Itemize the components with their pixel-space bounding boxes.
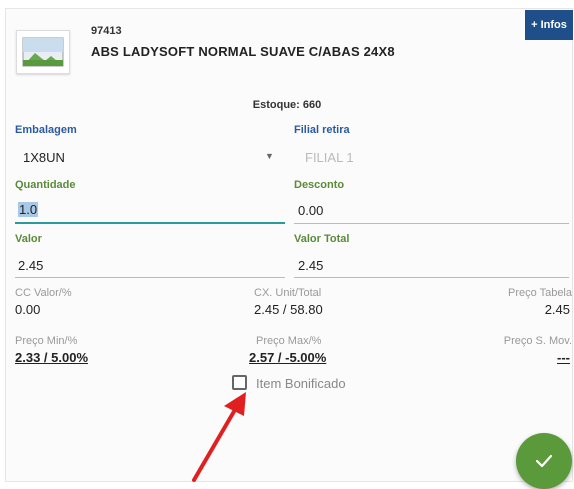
valor-input[interactable]: 2.45 — [15, 249, 285, 279]
cc-valor-label: CC Valor/% — [15, 287, 72, 299]
more-infos-button[interactable]: + Infos — [525, 10, 573, 40]
valor-label: Valor — [15, 233, 42, 245]
triangle-down-icon: ▼ — [265, 151, 274, 161]
embalagem-label: Embalagem — [15, 124, 77, 136]
valor-total-label: Valor Total — [294, 233, 350, 245]
preco-min-value[interactable]: 2.33 / 5.00% — [15, 350, 88, 365]
quantidade-value: 1.0 — [18, 202, 39, 217]
preco-min-label: Preço Min/% — [15, 335, 78, 347]
preco-max-label: Preço Max/% — [256, 335, 322, 347]
valor-total-value: 2.45 — [298, 258, 324, 273]
cc-valor-value: 0.00 — [15, 302, 41, 317]
valor-total-underline — [294, 277, 569, 278]
filial-value: FILIAL 1 — [305, 150, 354, 165]
product-image — [16, 30, 70, 74]
desconto-label: Desconto — [294, 179, 345, 191]
valor-value: 2.45 — [18, 258, 44, 273]
preco-tabela-value: 2.45 — [544, 302, 570, 317]
product-name: ABS LADYSOFT NORMAL SUAVE C/ABAS 24X8 — [91, 44, 395, 59]
desconto-input[interactable]: 0.00 — [294, 195, 569, 225]
quantidade-label: Quantidade — [15, 179, 76, 191]
confirm-button[interactable] — [516, 433, 572, 489]
image-placeholder-icon — [22, 37, 64, 67]
cx-unit-value: 2.45 / 58.80 — [254, 302, 323, 317]
product-item-panel — [5, 8, 573, 482]
preco-tabela-label: Preço Tabela — [507, 287, 572, 299]
desconto-value: 0.00 — [298, 203, 324, 218]
preco-smov-value[interactable]: --- — [557, 350, 570, 365]
desconto-underline — [294, 223, 569, 224]
filial-label: Filial retira — [294, 124, 350, 136]
item-bonificado-label[interactable]: Item Bonificado — [256, 376, 346, 391]
preco-max-value[interactable]: 2.57 / -5.00% — [249, 350, 326, 365]
checkmark-icon — [535, 454, 553, 468]
item-bonificado-checkbox[interactable] — [232, 375, 247, 390]
embalagem-select[interactable]: 1X8UN ▼ — [15, 140, 285, 168]
embalagem-value: 1X8UN — [23, 150, 65, 165]
cx-unit-label: CX. Unit/Total — [254, 287, 322, 299]
red-arrow-icon — [192, 392, 246, 482]
stock-count: Estoque: 660 — [252, 99, 322, 111]
product-code: 97413 — [91, 25, 122, 37]
valor-total-input[interactable]: 2.45 — [294, 249, 569, 279]
quantidade-input[interactable]: 1.0 — [15, 195, 285, 225]
preco-smov-label: Preço S. Mov. — [503, 335, 572, 347]
quantidade-underline — [15, 222, 285, 224]
valor-underline — [15, 277, 285, 278]
